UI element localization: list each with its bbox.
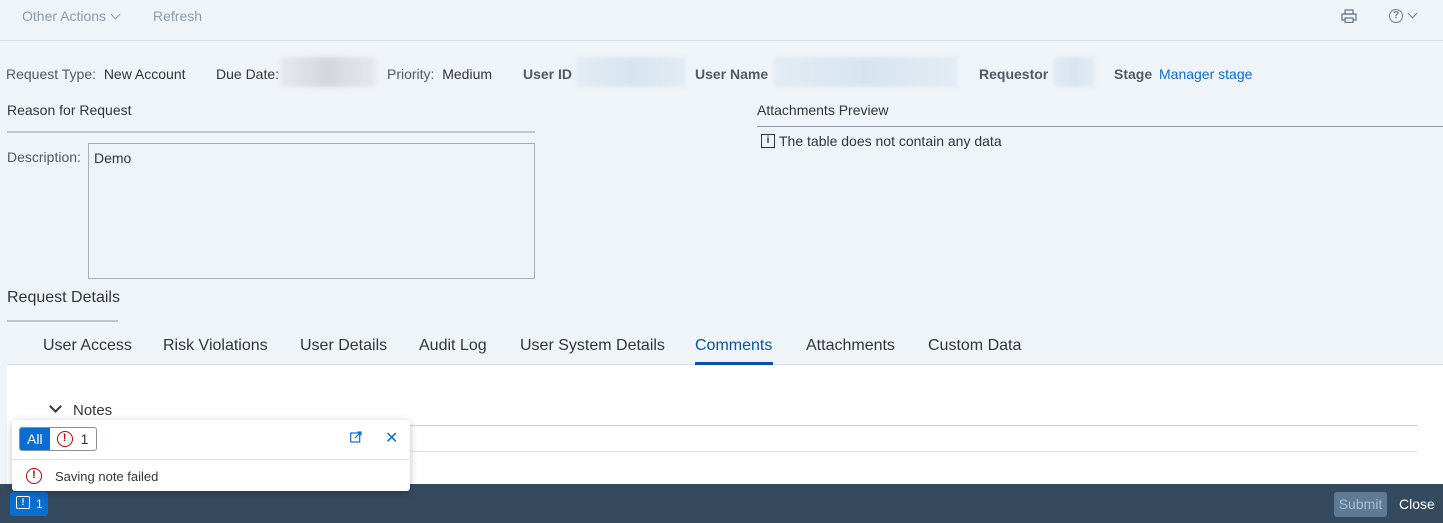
message-filter: All ! 1 xyxy=(19,427,98,451)
divider xyxy=(7,131,535,133)
user-id-label: User ID xyxy=(523,66,573,82)
message-icon: ! xyxy=(16,496,30,509)
user-name-redacted xyxy=(774,57,957,87)
tab-risk-violations[interactable]: Risk Violations xyxy=(163,337,268,355)
error-count: 1 xyxy=(80,431,89,447)
priority-label: Priority: xyxy=(387,66,435,82)
message-count: 1 xyxy=(36,497,43,511)
due-date-label: Due Date: xyxy=(216,66,280,82)
tab-user-access[interactable]: User Access xyxy=(43,337,132,355)
user-name-label: User Name xyxy=(695,66,769,82)
error-icon: ! xyxy=(56,431,73,447)
close-button[interactable]: Close xyxy=(1399,496,1435,512)
request-type-value: New Account xyxy=(103,66,186,82)
no-data-message: The table does not contain any data xyxy=(779,133,1002,149)
tab-user-system-details[interactable]: User System Details xyxy=(520,337,665,355)
error-icon: ! xyxy=(26,468,42,484)
printer-icon[interactable] xyxy=(1341,9,1357,23)
chevron-down-icon[interactable] xyxy=(49,400,62,413)
requestor-redacted xyxy=(1053,57,1095,87)
tab-custom-data[interactable]: Custom Data xyxy=(928,337,1021,355)
message-popover-button[interactable]: ! 1 xyxy=(10,492,48,516)
info-icon: i xyxy=(761,134,775,148)
request-type-label: Request Type: xyxy=(6,66,97,82)
request-details-tabs: User Access Risk Violations User Details… xyxy=(7,325,1443,365)
due-date-redacted xyxy=(280,57,376,87)
tab-user-details[interactable]: User Details xyxy=(300,337,387,355)
requestor-label: Requestor xyxy=(979,66,1049,82)
tab-audit-log[interactable]: Audit Log xyxy=(419,337,487,355)
description-textarea[interactable]: Demo xyxy=(88,143,535,279)
filter-all-button[interactable]: All xyxy=(20,428,50,450)
submit-button[interactable]: Submit xyxy=(1334,492,1387,517)
divider xyxy=(757,126,1443,127)
page-toolbar: Other Actions Refresh ? xyxy=(0,0,1443,41)
divider xyxy=(12,459,410,460)
message-popover: All ! 1 ✕ ! Saving note failed xyxy=(12,420,410,491)
error-message[interactable]: Saving note failed xyxy=(55,469,158,484)
description-label: Description: xyxy=(7,149,81,165)
priority-value: Medium xyxy=(442,66,493,82)
request-type: Request Type: New Account xyxy=(6,66,186,82)
other-actions-button[interactable]: Other Actions xyxy=(22,8,121,24)
attachments-preview-title: Attachments Preview xyxy=(757,102,889,118)
stage-link[interactable]: Manager stage xyxy=(1159,66,1252,82)
tab-attachments[interactable]: Attachments xyxy=(806,337,895,355)
notes-title[interactable]: Notes xyxy=(73,402,112,419)
priority: Priority: Medium xyxy=(387,66,492,82)
tab-comments[interactable]: Comments xyxy=(695,337,772,355)
refresh-button[interactable]: Refresh xyxy=(153,8,202,24)
help-icon[interactable]: ? xyxy=(1389,9,1403,23)
request-details-title: Request Details xyxy=(7,289,120,306)
reason-title: Reason for Request xyxy=(7,102,132,118)
external-link-icon[interactable] xyxy=(350,431,362,443)
other-actions-label: Other Actions xyxy=(22,8,107,24)
divider xyxy=(7,320,118,322)
chevron-down-icon xyxy=(110,9,121,20)
chevron-down-icon[interactable] xyxy=(1407,8,1418,19)
filter-error-button[interactable]: ! 1 xyxy=(49,428,97,450)
user-id-redacted xyxy=(576,57,686,87)
close-icon[interactable]: ✕ xyxy=(385,428,398,448)
stage-label: Stage xyxy=(1114,66,1153,82)
